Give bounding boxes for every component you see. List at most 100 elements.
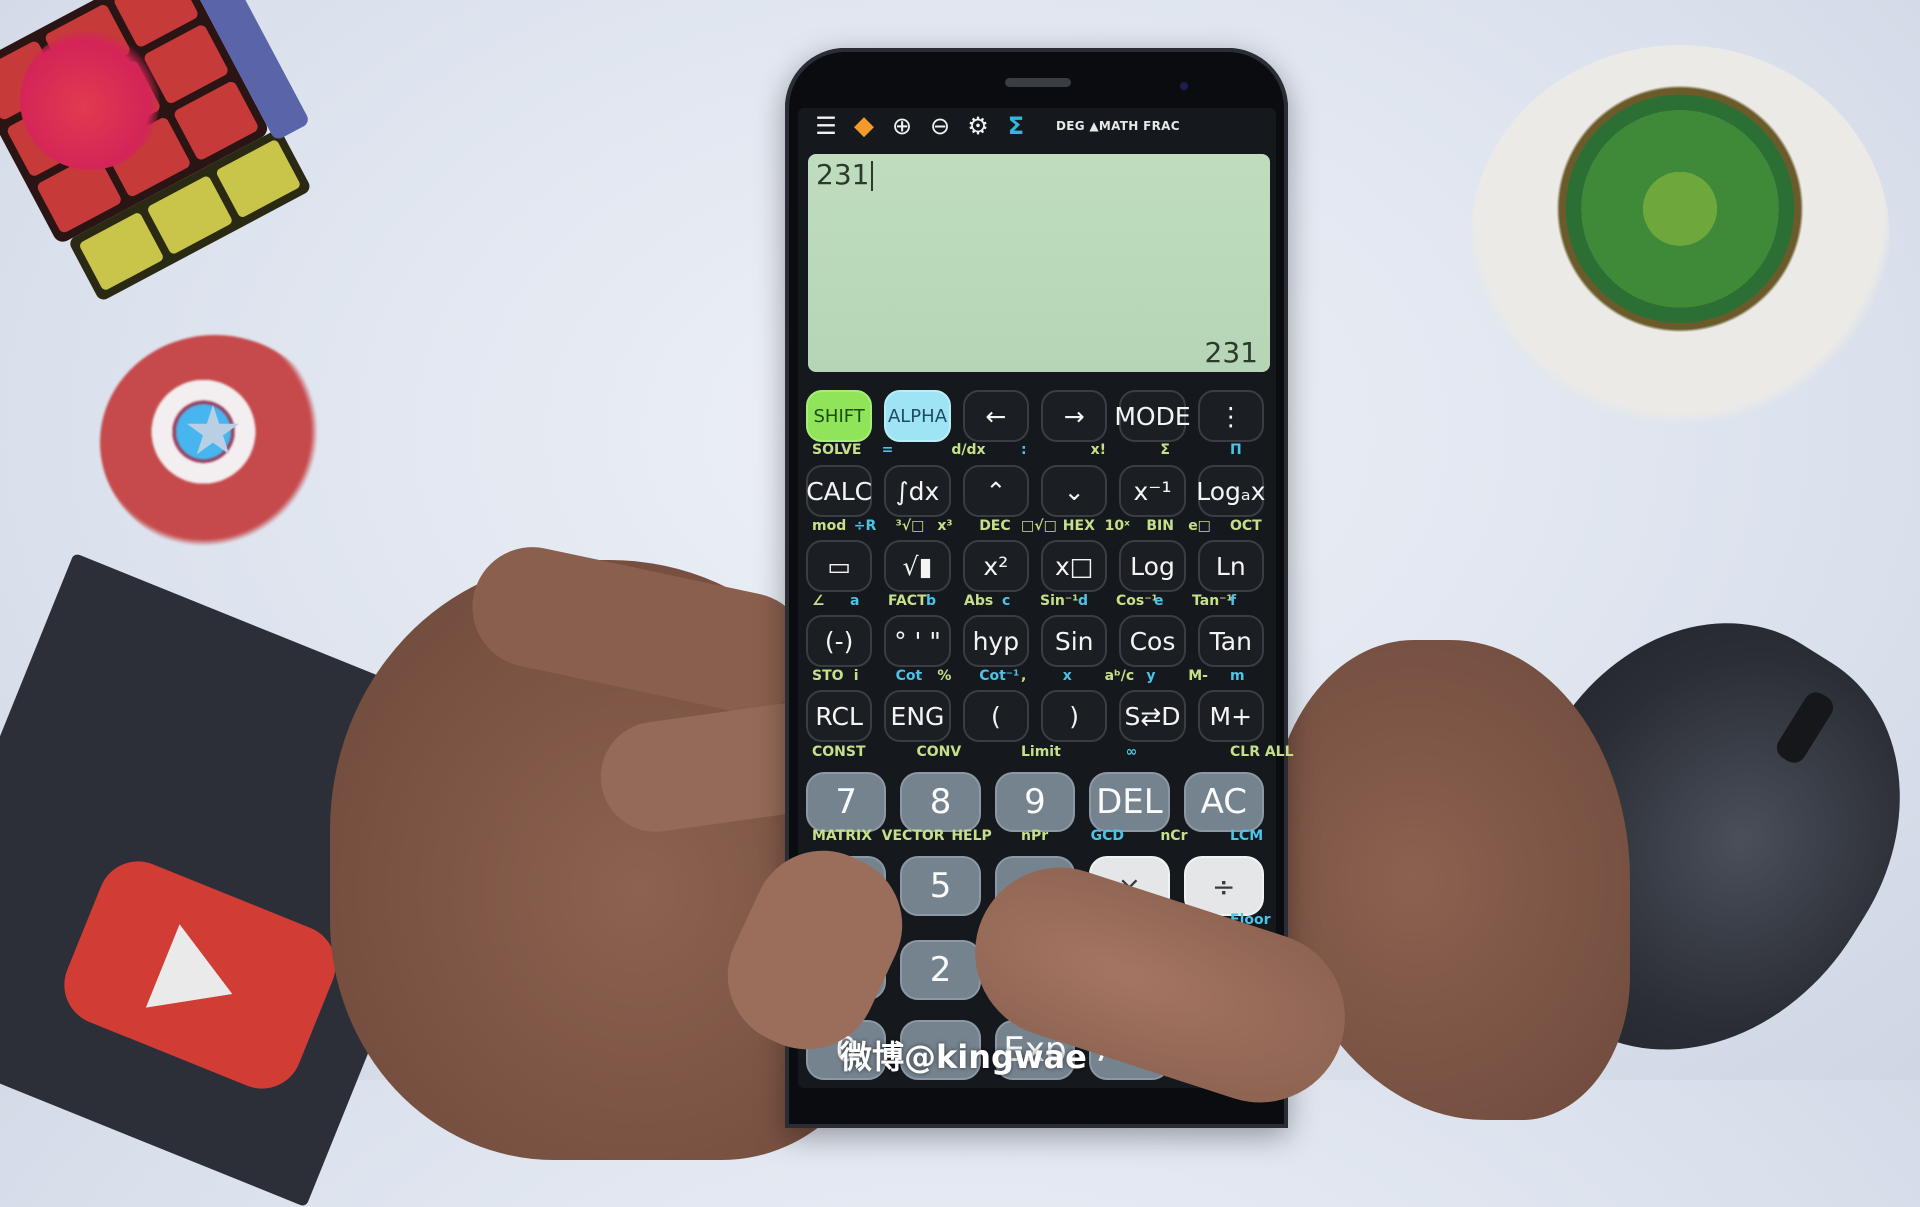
app-toolbar: ☰ ◆ ⊕ ⊖ ⚙ Σ DEG ▲MATH FRAC [810, 110, 1270, 142]
alpha-label-sym: = [881, 442, 894, 458]
shift-label-x: x! [1090, 442, 1107, 458]
shift-label-sym: □√□ [1021, 518, 1057, 534]
key-fraction[interactable]: ▭ [806, 540, 873, 592]
key-log[interactable]: Log [1119, 540, 1186, 592]
alpha-label-gcd: GCD [1090, 828, 1125, 844]
key-rcl[interactable]: RCL [806, 690, 873, 742]
expression-input[interactable]: 231 [816, 158, 874, 191]
alpha-label-cot: Cot⁻¹ [979, 668, 1020, 684]
key-hyp[interactable]: hyp [962, 615, 1029, 667]
front-camera [1180, 82, 1188, 90]
key-log-base[interactable]: Logₐx [1196, 465, 1265, 517]
shift-label-sym: ³√□ [895, 518, 925, 534]
alpha-label-x: x [1062, 668, 1072, 684]
key-left-arrow[interactable]: ← [962, 390, 1029, 442]
remove-icon[interactable]: ⊖ [924, 110, 956, 142]
key-mode[interactable]: MODE [1114, 390, 1191, 442]
earpiece [1005, 78, 1071, 87]
shift-label-i: i [853, 668, 859, 684]
key-calc[interactable]: CALC [806, 465, 873, 517]
mode-status: DEG ▲MATH FRAC [1056, 119, 1180, 133]
shift-label-m: M- [1188, 668, 1208, 684]
alpha-label-e: e [1154, 593, 1164, 609]
key-down-arrow[interactable]: ⌄ [1041, 465, 1108, 517]
shift-label-sym: ∠ [812, 593, 825, 609]
menu-icon[interactable]: ☰ [810, 110, 842, 142]
alpha-label-sym: Π [1230, 442, 1242, 458]
shift-label-mod: mod [812, 518, 847, 534]
shift-label-sto: STO [812, 668, 844, 684]
key-sin[interactable]: Sin [1041, 615, 1108, 667]
shift-label-sin: Sin⁻¹ [1040, 593, 1079, 609]
key-ac[interactable]: AC [1183, 772, 1264, 832]
shift-label-vector: VECTOR [881, 828, 945, 844]
key-square[interactable]: x² [962, 540, 1029, 592]
shift-label-solve: SOLVE [812, 442, 862, 458]
key-5[interactable]: 5 [900, 856, 981, 916]
shift-label-fact: FACT [888, 593, 927, 609]
key-integral[interactable]: ∫dx [884, 465, 951, 517]
channel-logo [20, 30, 160, 170]
key-open-paren[interactable]: ( [962, 690, 1029, 742]
premium-gem-icon[interactable]: ◆ [848, 110, 880, 142]
key-sqrt[interactable]: √▮ [884, 540, 951, 592]
key-degrees[interactable]: ° ' " [884, 615, 951, 667]
shift-label-a-c: aᵇ/c [1104, 668, 1135, 684]
shift-label-const: CONST [812, 744, 866, 760]
shift-label-d-dx: d/dx [951, 442, 986, 458]
key-9[interactable]: 9 [994, 772, 1076, 832]
key-alpha[interactable]: ALPHA [884, 390, 951, 442]
key-ln[interactable]: Ln [1197, 540, 1264, 592]
shift-label-help: HELP [951, 828, 992, 844]
text-cursor [871, 161, 874, 191]
alpha-label-f: f [1230, 593, 1237, 609]
alpha-label-m: m [1230, 668, 1245, 684]
key-shift[interactable]: SHIFT [806, 390, 873, 442]
alpha-label-c: c [1002, 593, 1011, 609]
shift-label-x: x³ [937, 518, 953, 534]
key-power[interactable]: x□ [1041, 540, 1108, 592]
key-close-paren[interactable]: ) [1041, 690, 1108, 742]
alpha-label-r: ÷R [853, 518, 877, 534]
key-cos[interactable]: Cos [1119, 615, 1186, 667]
shift-label-sym: Σ [1160, 442, 1170, 458]
key-more[interactable]: ⋮ [1197, 390, 1264, 442]
star-icon: ★ [182, 392, 244, 471]
shift-label-10: 10ˣ [1104, 518, 1130, 534]
key-tan[interactable]: Tan [1197, 615, 1264, 667]
shift-label-bin: BIN [1146, 518, 1174, 534]
key-s-d-toggle[interactable]: S⇄D [1119, 690, 1186, 742]
key-7[interactable]: 7 [806, 772, 887, 832]
key-2[interactable]: 2 [900, 940, 981, 1000]
key-8[interactable]: 8 [900, 772, 981, 832]
key-up-arrow[interactable]: ⌃ [962, 465, 1029, 517]
alpha-label-a: a [850, 593, 860, 609]
shift-label-dec: DEC [979, 518, 1011, 534]
shift-label-cos: Cos⁻¹ [1116, 593, 1158, 609]
shift-label-hex: HEX [1062, 518, 1095, 534]
shift-label-oct: OCT [1230, 518, 1262, 534]
sigma-icon[interactable]: Σ [1000, 110, 1032, 142]
key-inverse[interactable]: x⁻¹ [1119, 465, 1186, 517]
shift-label-conv: CONV [916, 744, 962, 760]
add-icon[interactable]: ⊕ [886, 110, 918, 142]
shift-label-ncr: nCr [1160, 828, 1188, 844]
alpha-label-b: b [926, 593, 937, 609]
succulent-plant [1470, 45, 1890, 435]
key-m-plus[interactable]: M+ [1197, 690, 1264, 742]
key-negate[interactable]: (-) [806, 615, 873, 667]
key-right-arrow[interactable]: → [1041, 390, 1108, 442]
result-value: 231 [1204, 336, 1258, 369]
alpha-label-sym: ∞ [1125, 744, 1138, 760]
shift-label-tan: Tan⁻¹ [1192, 593, 1233, 609]
shift-label-clr-all: CLR ALL [1230, 744, 1294, 760]
shift-label-sym: , [1021, 668, 1027, 684]
key-del[interactable]: DEL [1089, 772, 1170, 832]
settings-icon[interactable]: ⚙ [962, 110, 994, 142]
key-eng[interactable]: ENG [884, 690, 951, 742]
shift-label-limit: Limit [1021, 744, 1061, 760]
shift-label-e: e□ [1188, 518, 1211, 534]
shift-label-sym: % [937, 668, 952, 684]
expression-text: 231 [816, 158, 870, 191]
calculator-display[interactable] [808, 154, 1270, 372]
